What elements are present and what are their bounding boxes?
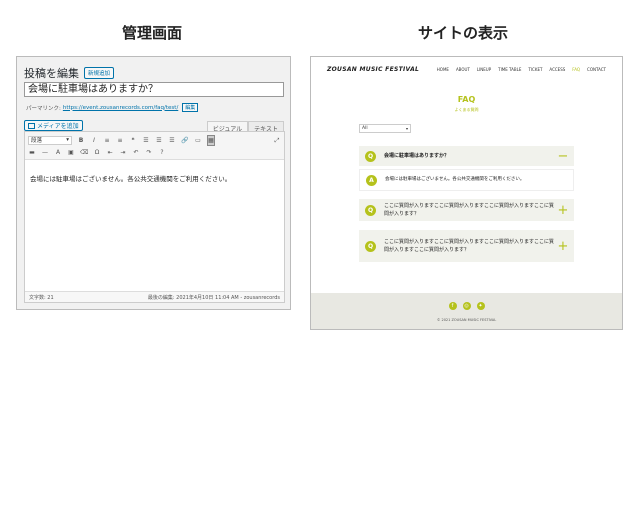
answer-text: 会場には駐車場はございません。各公共交通機関をご利用ください。 — [385, 177, 525, 182]
editor-status-bar: 文字数: 21 最後の編集: 2021年4月10日 11:04 AM - zou… — [25, 291, 284, 302]
blockquote-icon[interactable]: ❝ — [129, 136, 137, 145]
faq-question-3[interactable]: Q ここに質問が入りますここに質問が入りますここに質問が入りますここに質問が入り… — [359, 230, 574, 262]
expand-icon[interactable]: + — [555, 203, 571, 218]
social-links: f ◎ ✦ — [311, 302, 622, 310]
admin-section-title: 管理画面 — [122, 24, 183, 42]
chevron-down-icon: ▾ — [405, 126, 408, 131]
permalink-link[interactable]: https://event.zousanrecords.com/faq/test… — [63, 105, 178, 111]
fullscreen-icon[interactable]: ⤢ — [273, 136, 281, 145]
undo-icon[interactable]: ↶ — [132, 148, 140, 157]
format-select-value: 段落 — [31, 138, 43, 144]
menu-item-timetable[interactable]: TIME TABLE — [498, 67, 521, 72]
edit-permalink-button[interactable]: 編集 — [182, 103, 199, 112]
indent-icon[interactable]: ⇥ — [119, 148, 127, 157]
text-color-icon[interactable]: A — [54, 148, 62, 157]
question-icon: Q — [365, 240, 376, 252]
link-icon[interactable]: 🔗 — [181, 136, 189, 145]
format-select[interactable]: 段落 ▾ — [28, 135, 72, 145]
menu-item-faq[interactable]: FAQ — [572, 67, 580, 72]
editor-area: 段落 ▾ B I ≡ ≡ ❝ ☰ ☰ ☰ 🔗 ▭ ▦ ⤢ ▬ — A ▣ ⌫ Ω… — [24, 131, 285, 303]
read-more-icon[interactable]: ▭ — [194, 136, 202, 145]
help-icon[interactable]: ? — [158, 148, 166, 157]
strikethrough-icon[interactable]: — — [41, 148, 49, 157]
answer-icon: A — [366, 174, 377, 186]
faq-heading: FAQ — [457, 95, 476, 104]
instagram-icon[interactable]: ◎ — [462, 302, 471, 310]
site-logo[interactable]: ZOUSAN MUSIC FESTIVAL — [327, 66, 419, 73]
italic-icon[interactable]: I — [90, 136, 98, 145]
special-char-icon[interactable]: Ω — [93, 148, 101, 157]
permalink-label: パーマリンク: — [26, 105, 61, 112]
bullet-list-icon[interactable]: ≡ — [103, 136, 111, 145]
editor-content[interactable]: 会場には駐車場はございません。各公共交通機関をご利用ください。 — [30, 173, 231, 183]
twitter-icon[interactable]: ✦ — [476, 302, 485, 310]
bold-icon[interactable]: B — [77, 136, 85, 145]
chevron-down-icon: ▾ — [66, 137, 69, 143]
post-title-input[interactable]: 会場に駐車場はありますか？ — [24, 82, 284, 97]
align-right-icon[interactable]: ☰ — [168, 136, 176, 145]
question-icon: Q — [365, 204, 376, 216]
question-text: 会場に駐車場はありますか？ — [384, 153, 450, 159]
permalink-row: パーマリンク: https://event.zousanrecords.com/… — [26, 103, 199, 112]
faq-question-2[interactable]: Q ここに質問が入りますここに質問が入りますここに質問が入りますここに質問が入り… — [359, 199, 574, 221]
redo-icon[interactable]: ↷ — [145, 148, 153, 157]
site-nav: ZOUSAN MUSIC FESTIVAL HOME ABOUT LINEUP … — [311, 57, 622, 81]
media-icon — [28, 122, 35, 129]
faq-answer-1: A 会場には駐車場はございません。各公共交通機関をご利用ください。 — [359, 169, 574, 191]
admin-editor-panel: 投稿を編集 新規追加 会場に駐車場はありますか？ パーマリンク: https:/… — [16, 56, 291, 310]
faq-subheading: よくある質問 — [454, 107, 479, 112]
horizontal-line-icon[interactable]: ▬ — [28, 148, 36, 157]
page-title: 投稿を編集 — [24, 67, 79, 80]
question-text: ここに質問が入りますここに質問が入りますここに質問が入りますここに質問が入ります… — [384, 239, 555, 253]
last-edited: 最後の編集: 2021年4月10日 11:04 AM - zousanrecor… — [147, 294, 280, 301]
site-menu: HOME ABOUT LINEUP TIME TABLE TICKET ACCE… — [437, 67, 606, 72]
expand-icon[interactable]: + — [555, 239, 571, 254]
clear-format-icon[interactable]: ⌫ — [80, 148, 88, 157]
word-count: 文字数: 21 — [29, 294, 54, 301]
category-filter-select[interactable]: All ▾ — [359, 124, 411, 133]
filter-value: All — [362, 126, 368, 131]
site-preview-panel: ZOUSAN MUSIC FESTIVAL HOME ABOUT LINEUP … — [310, 56, 623, 330]
add-media-label: メディアを追加 — [37, 123, 79, 130]
align-left-icon[interactable]: ☰ — [142, 136, 150, 145]
site-section-title: サイトの表示 — [418, 24, 509, 42]
site-footer: f ◎ ✦ © 2021 ZOUSAN MUSIC FESTIVAL — [311, 293, 622, 329]
menu-item-home[interactable]: HOME — [437, 67, 449, 72]
menu-item-contact[interactable]: CONTACT — [587, 67, 606, 72]
menu-item-ticket[interactable]: TICKET — [528, 67, 542, 72]
toolbar-toggle-icon[interactable]: ▦ — [207, 134, 215, 146]
copyright: © 2021 ZOUSAN MUSIC FESTIVAL — [436, 318, 497, 322]
editor-header: 投稿を編集 新規追加 — [24, 65, 115, 81]
numbered-list-icon[interactable]: ≡ — [116, 136, 124, 145]
align-center-icon[interactable]: ☰ — [155, 136, 163, 145]
faq-question-1[interactable]: Q 会場に駐車場はありますか？ − — [359, 146, 574, 166]
menu-item-access[interactable]: ACCESS — [549, 67, 565, 72]
menu-item-about[interactable]: ABOUT — [456, 67, 470, 72]
facebook-icon[interactable]: f — [448, 302, 457, 310]
add-new-button[interactable]: 新規追加 — [84, 67, 115, 79]
outdent-icon[interactable]: ⇤ — [106, 148, 114, 157]
question-text: ここに質問が入りますここに質問が入りますここに質問が入りますここに質問が入ります… — [384, 203, 555, 217]
menu-item-lineup[interactable]: LINEUP — [477, 67, 491, 72]
add-media-button[interactable]: メディアを追加 — [24, 120, 83, 131]
question-icon: Q — [365, 150, 376, 162]
collapse-icon[interactable]: − — [555, 149, 571, 164]
paste-text-icon[interactable]: ▣ — [67, 148, 75, 157]
editor-toolbar: 段落 ▾ B I ≡ ≡ ❝ ☰ ☰ ☰ 🔗 ▭ ▦ ⤢ ▬ — A ▣ ⌫ Ω… — [25, 132, 284, 160]
